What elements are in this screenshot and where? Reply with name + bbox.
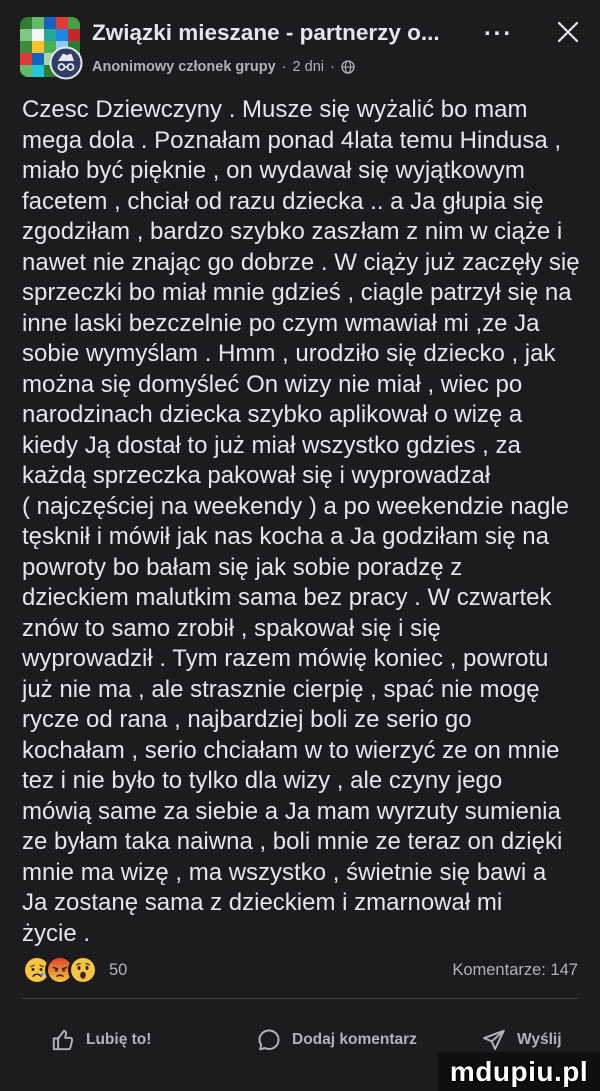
post-body: Czesc Dziewczyny . Musze się wyżalić bo …	[22, 95, 592, 949]
send-button[interactable]: Wyślij	[481, 1025, 562, 1055]
post-line: wyprowadził . Tym razem mówię koniec , p…	[22, 645, 549, 672]
like-button[interactable]: Lubię to!	[50, 1025, 151, 1055]
post-line: facetem , chciał od razu dziecka .. a Ja…	[22, 187, 544, 215]
wow-reaction-icon	[68, 955, 98, 985]
post-timestamp[interactable]: 2 dni	[293, 58, 324, 76]
post-line: nawet nie znając go dobrze . W ciąży już…	[22, 248, 580, 276]
post-line: tez i nie było to tylko dla wizy , ale c…	[22, 767, 503, 794]
post-line: tęsknił i mówił jak nas kocha a Ja godzi…	[22, 523, 549, 550]
comments-count[interactable]: Komentarze: 147	[452, 960, 578, 980]
post-line: rycze od rana , najbardziej boli ze seri…	[22, 706, 472, 733]
post-line: już nie ma , ale strasznie cierpię , spa…	[22, 675, 540, 703]
post-line: można się domyśleć On wizy nie miał , wi…	[22, 370, 523, 398]
post-line: Ja zostanę sama z dzieckiem i zmarnował …	[22, 889, 503, 916]
post-line: sobie wymyślam . Hmm , urodziło się dzie…	[22, 340, 556, 367]
divider	[22, 998, 578, 999]
post-line: Czesc Dziewczyny . Musze się wyżalić bo …	[22, 96, 528, 123]
close-icon[interactable]	[556, 20, 580, 44]
post-line: kochałam , serio chciałam w to wierzyć z…	[22, 736, 560, 764]
globe-icon	[341, 60, 355, 74]
thumbs-up-icon	[52, 1029, 74, 1051]
incognito-icon	[49, 46, 83, 80]
send-icon	[483, 1029, 505, 1051]
meta-separator: ·	[329, 59, 335, 75]
post-line: mega dola . Poznałam ponad 4lata temu Hi…	[22, 126, 562, 154]
post-line: kiedy Ją dostał to już miał wszystko gdz…	[22, 431, 521, 459]
post-line: życie .	[22, 919, 91, 947]
post-line: mnie ma wizę , ma wszystko , świetnie si…	[22, 858, 547, 886]
post-line: każdą sprzeczka pakował się i wyprowadza…	[22, 462, 491, 489]
group-title[interactable]: Związki mieszane - partnerzy o...	[92, 21, 440, 45]
comment-icon	[258, 1029, 280, 1051]
reactions-summary[interactable]: 50	[22, 955, 128, 985]
send-label: Wyślij	[517, 1031, 562, 1048]
comment-label: Dodaj komentarz	[292, 1031, 417, 1048]
post-line: powroty bo bałam się jak sobie poradzę z	[22, 553, 463, 581]
post-line: dzieckiem malutkim sama bez pracy . W cz…	[22, 584, 552, 611]
post-author: Anonimowy członek grupy	[92, 59, 276, 75]
post-line: znów to samo zrobił , spakował się i się	[22, 614, 441, 642]
post-line: ( najczęściej na weekendy ) a po weekend…	[22, 492, 569, 520]
watermark-logo: mdupiu.pl	[438, 1052, 600, 1091]
meta-separator: ·	[281, 59, 287, 75]
post-line: inne laski bezczelnie po czym wmawiał mi…	[22, 309, 540, 337]
post-line: zgodziłam , bardzo szybko zaszłam z nim …	[22, 218, 563, 245]
post-line: mówią same za siebie a Ja mam wyrzuty su…	[22, 797, 561, 825]
post-line: sprzeczki bo miał mnie gdzieś , ciagle p…	[22, 279, 572, 306]
comment-button[interactable]: Dodaj komentarz	[256, 1025, 417, 1055]
post-meta: Anonimowy członek grupy · 2 dni ·	[92, 58, 355, 76]
post-line: narodzinach dziecka szybko aplikował o w…	[22, 401, 523, 428]
post-line: ze byłam taka naiwna , boli mnie ze tera…	[22, 828, 563, 855]
post-line: miało być pięknie , on wydawał się wyjąt…	[22, 157, 525, 184]
like-label: Lubię to!	[86, 1031, 152, 1048]
reaction-count: 50	[109, 960, 128, 979]
more-options-button[interactable]: ...	[484, 14, 513, 42]
